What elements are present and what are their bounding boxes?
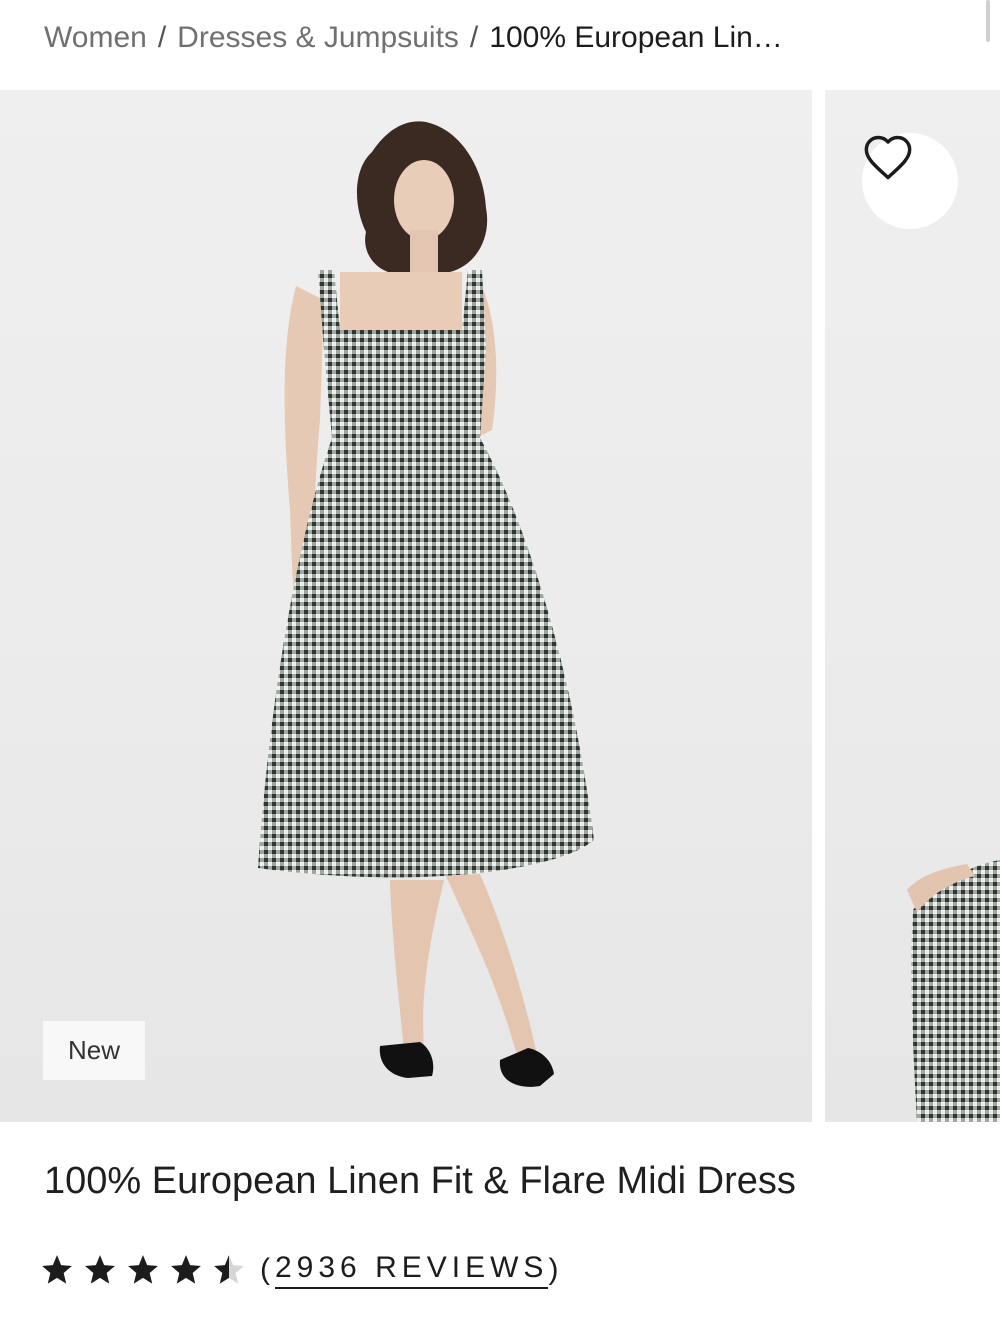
breadcrumb-separator: /: [469, 21, 479, 54]
star-full-icon: [85, 1255, 115, 1284]
star-rating: [40, 1253, 246, 1287]
star-full-icon: [171, 1255, 201, 1284]
heart-outline-icon: [864, 135, 912, 180]
breadcrumb-dresses-jumpsuits[interactable]: Dresses & Jumpsuits: [177, 21, 459, 55]
product-image-next[interactable]: [825, 90, 1000, 1122]
product-image-gallery[interactable]: New: [0, 90, 1000, 1122]
product-photo-illustration: [258, 121, 594, 1087]
reviews-open-paren: (: [260, 1253, 275, 1286]
product-image-main[interactable]: New: [0, 90, 812, 1122]
breadcrumb: Women / Dresses & Jumpsuits / 100% Europ…: [44, 18, 783, 58]
reviews-close-paren: ): [548, 1253, 564, 1286]
product-photo-illustration: [907, 860, 1000, 1122]
wishlist-button[interactable]: [862, 133, 958, 229]
star-full-icon: [42, 1255, 72, 1284]
breadcrumb-current: 100% European Lin…: [489, 21, 783, 54]
star-full-icon: [128, 1255, 158, 1284]
breadcrumb-separator: /: [157, 21, 167, 54]
scrollbar-thumb[interactable]: [986, 0, 990, 42]
breadcrumb-women[interactable]: Women: [44, 21, 147, 55]
product-rating: ( 2936 REVIEWS ): [40, 1246, 563, 1294]
star-half-icon: [214, 1255, 244, 1284]
reviews-link[interactable]: ( 2936 REVIEWS ): [260, 1251, 563, 1289]
new-badge: New: [43, 1021, 145, 1080]
product-title: 100% European Linen Fit & Flare Midi Dre…: [44, 1160, 796, 1202]
reviews-count: 2936 REVIEWS: [275, 1251, 549, 1289]
